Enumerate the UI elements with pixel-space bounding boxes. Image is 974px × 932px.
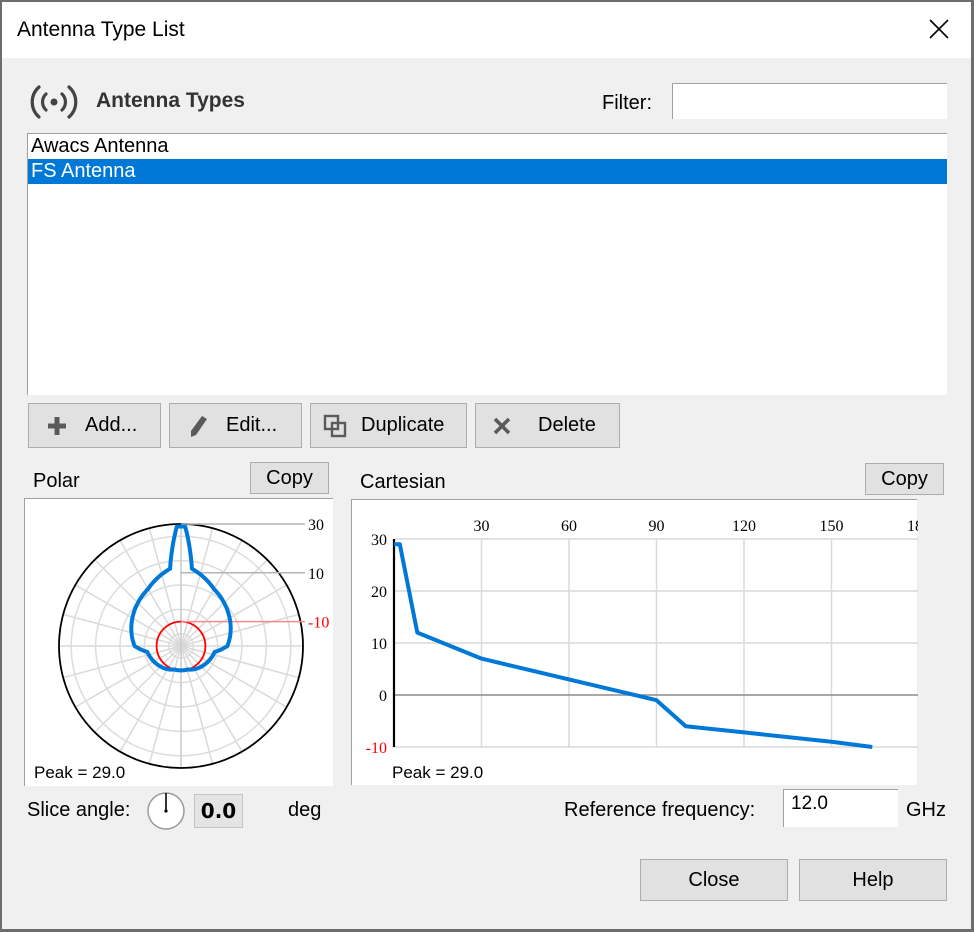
antenna-type-list[interactable]: Awacs Antenna FS Antenna [27, 133, 947, 395]
delete-x-icon [493, 417, 511, 434]
list-item-fs-antenna[interactable]: FS Antenna [28, 159, 947, 184]
polar-chart-svg: 30 10 -10 [58, 517, 329, 769]
cartesian-label: Cartesian [360, 471, 446, 493]
cartesian-peak-label: Peak = 29.0 [392, 763, 484, 782]
filter-label: Filter: [602, 92, 652, 114]
reference-frequency-label: Reference frequency: [564, 799, 756, 821]
reference-frequency-input[interactable] [783, 789, 898, 827]
cartesian-y-tick-label: 10 [371, 636, 387, 653]
polar-tick-label: -10 [308, 615, 329, 632]
cartesian-x-tick-label: 90 [649, 518, 665, 535]
filter-input[interactable] [672, 83, 947, 119]
add-button-label: Add... [85, 414, 138, 436]
cartesian-x-tick-label: 180 [907, 518, 918, 535]
cartesian-y-tick-label: 30 [371, 532, 387, 549]
close-x-icon[interactable] [926, 16, 952, 42]
polar-copy-label: Copy [266, 466, 313, 489]
antenna-type-list-dialog: Antenna Type List Antenna Types Filter: … [2, 2, 971, 929]
duplicate-button[interactable]: Duplicate [310, 403, 467, 448]
reference-frequency-unit: GHz [906, 799, 946, 821]
title-bar: Antenna Type List [2, 2, 971, 58]
slice-angle-unit: deg [288, 799, 322, 821]
add-button[interactable]: Add... [28, 403, 161, 448]
plus-icon [48, 416, 66, 435]
edit-button[interactable]: Edit... [169, 403, 302, 448]
cartesian-x-tick-label: 30 [474, 518, 490, 535]
cartesian-y-tick-label: 0 [379, 688, 387, 705]
polar-copy-button[interactable]: Copy [250, 462, 329, 494]
cartesian-y-tick-label: -10 [366, 740, 387, 757]
cartesian-chart: 30 60 90 120 150 180 30 20 10 0 -10 Peak = 29.0 [351, 499, 931, 785]
cartesian-x-tick-label: 60 [561, 518, 577, 535]
help-button-label: Help [852, 868, 894, 891]
cartesian-copy-button[interactable]: Copy [865, 463, 944, 495]
polar-label: Polar [33, 470, 80, 492]
slice-angle-dial[interactable] [146, 791, 186, 831]
edit-button-label: Edit... [226, 414, 278, 436]
close-button[interactable]: Close [640, 859, 788, 901]
polar-peak-label: Peak = 29.0 [34, 763, 126, 782]
slice-angle-label: Slice angle: [27, 799, 131, 821]
slice-angle-value[interactable]: 0.0 [194, 794, 243, 828]
cartesian-x-tick-label: 120 [732, 518, 756, 535]
polar-tick-label: 30 [308, 517, 324, 534]
help-button[interactable]: Help [799, 859, 947, 901]
window-title: Antenna Type List [17, 18, 185, 41]
close-button-label: Close [688, 868, 740, 891]
cartesian-y-tick-label: 20 [371, 584, 387, 601]
cartesian-copy-label: Copy [881, 467, 928, 490]
polar-chart: 30 10 -10 Peak = 29.0 [24, 498, 333, 786]
pencil-icon [191, 415, 207, 437]
delete-button-label: Delete [538, 414, 596, 436]
cartesian-chart-svg: 30 60 90 120 150 180 30 20 10 0 -10 [366, 518, 931, 757]
duplicate-icon [323, 414, 347, 437]
duplicate-button-label: Duplicate [361, 414, 445, 436]
polar-tick-label: 10 [308, 566, 324, 583]
delete-button[interactable]: Delete [475, 403, 620, 448]
list-item-awacs-antenna[interactable]: Awacs Antenna [28, 134, 947, 159]
antenna-broadcast-icon [30, 85, 78, 119]
cartesian-pattern-line [394, 542, 873, 749]
section-title: Antenna Types [96, 89, 245, 112]
cartesian-x-tick-label: 150 [820, 518, 844, 535]
